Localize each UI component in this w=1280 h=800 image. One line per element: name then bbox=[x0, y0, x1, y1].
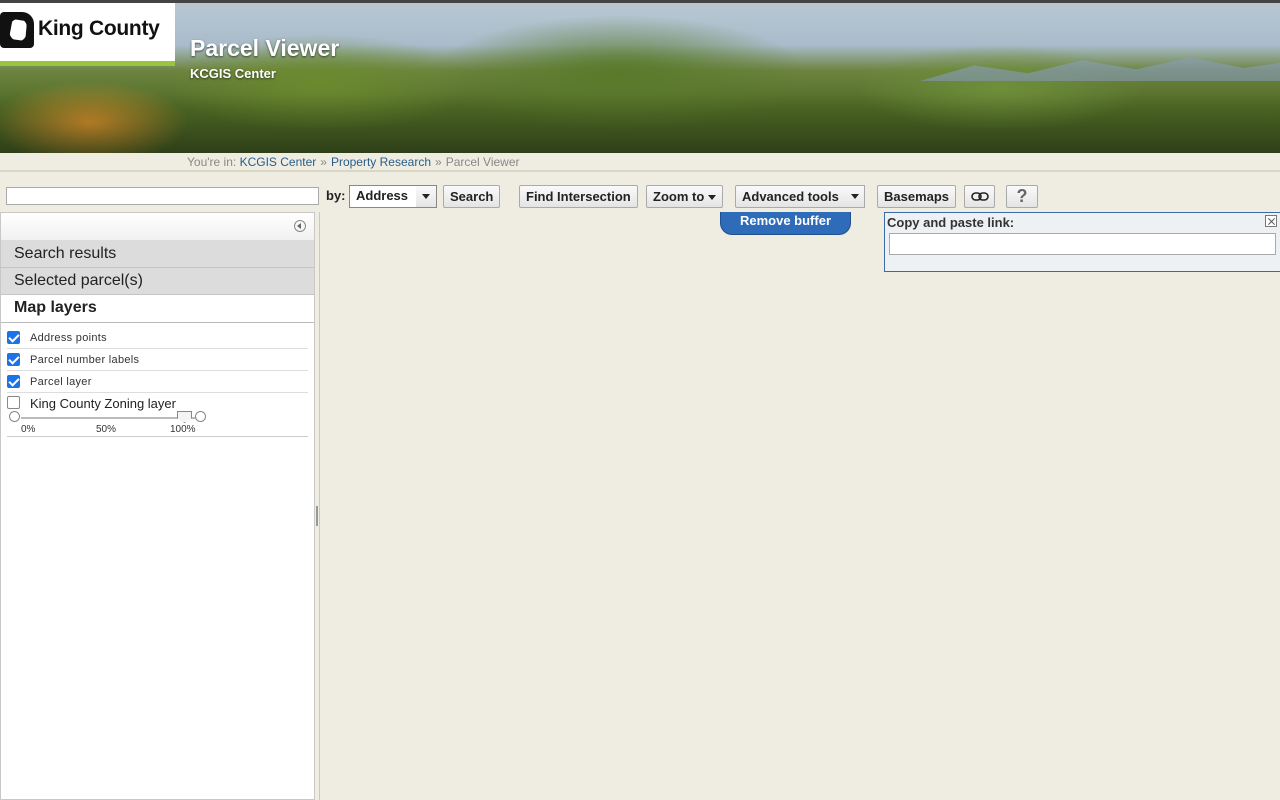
opacity-slider-thumb[interactable] bbox=[177, 411, 192, 423]
breadcrumb: You're in: KCGIS Center» Property Researc… bbox=[0, 153, 1280, 172]
logo-text: King County bbox=[38, 17, 160, 40]
chevron-down-icon bbox=[416, 186, 436, 207]
zoom-to-button[interactable]: Zoom to bbox=[646, 185, 724, 208]
copy-link-label: Copy and paste link: bbox=[887, 215, 1015, 230]
search-by-select[interactable]: Address bbox=[349, 185, 437, 208]
basemaps-button[interactable]: Basemaps bbox=[877, 185, 957, 208]
zoning-layer-checkbox[interactable] bbox=[7, 396, 20, 409]
search-by-label: by: bbox=[326, 188, 346, 203]
layer-row-parcel-layer[interactable]: Parcel layer bbox=[7, 371, 308, 393]
opacity-tick-0: 0% bbox=[21, 424, 36, 435]
left-panel: Search results Selected parcel(s) Map la… bbox=[0, 212, 315, 800]
chevron-down-icon bbox=[850, 194, 859, 200]
layer-row-zoning: King County Zoning layer 0% 50% 100% bbox=[7, 393, 308, 437]
copy-link-panel: Copy and paste link: bbox=[884, 212, 1280, 272]
copy-link-input[interactable] bbox=[889, 233, 1276, 255]
layer-label: King County Zoning layer bbox=[30, 396, 176, 411]
map-canvas[interactable] bbox=[321, 212, 1280, 800]
app-subtitle: KCGIS Center bbox=[190, 66, 276, 81]
address-points-checkbox[interactable] bbox=[7, 331, 20, 344]
find-intersection-button[interactable]: Find Intersection bbox=[519, 185, 638, 208]
search-by-value: Address bbox=[350, 186, 417, 207]
parcel-layer-checkbox[interactable] bbox=[7, 375, 20, 388]
splitter-grip-icon bbox=[316, 506, 318, 526]
breadcrumb-separator: » bbox=[435, 155, 442, 169]
collapse-panel-icon[interactable] bbox=[294, 220, 306, 232]
layer-list: Address points Parcel number labels Parc… bbox=[1, 323, 314, 437]
breadcrumb-current: Parcel Viewer bbox=[445, 155, 520, 169]
layer-label: Parcel number labels bbox=[30, 354, 140, 366]
opacity-tick-100: 100% bbox=[170, 424, 196, 435]
breadcrumb-link-property-research[interactable]: Property Research bbox=[331, 155, 431, 169]
search-button[interactable]: Search bbox=[443, 185, 501, 208]
app-title: Parcel Viewer bbox=[190, 35, 340, 61]
selected-parcels-header[interactable]: Selected parcel(s) bbox=[1, 268, 314, 295]
king-county-logo[interactable]: King County bbox=[0, 3, 175, 66]
share-link-button[interactable] bbox=[964, 185, 995, 208]
layer-label: Address points bbox=[30, 332, 107, 344]
breadcrumb-link-kcgis[interactable]: KCGIS Center bbox=[240, 155, 317, 169]
opacity-slider-track[interactable] bbox=[21, 417, 201, 419]
advanced-tools-dropdown[interactable] bbox=[845, 185, 865, 208]
panel-top-bar bbox=[1, 213, 314, 241]
close-icon[interactable] bbox=[1265, 215, 1277, 227]
chevron-down-icon bbox=[708, 195, 717, 201]
advanced-tools-button[interactable]: Advanced tools bbox=[735, 185, 846, 208]
layer-row-address-points[interactable]: Address points bbox=[7, 327, 308, 349]
link-icon bbox=[970, 192, 989, 201]
parcel-number-labels-checkbox[interactable] bbox=[7, 353, 20, 366]
panel-splitter[interactable] bbox=[315, 212, 320, 800]
zoom-to-label: Zoom to bbox=[653, 189, 705, 204]
search-results-header[interactable]: Search results bbox=[1, 241, 314, 268]
opacity-tick-50: 50% bbox=[96, 424, 117, 435]
search-input[interactable] bbox=[6, 187, 319, 205]
map-layers-header[interactable]: Map layers bbox=[1, 295, 314, 323]
layer-label: Parcel layer bbox=[30, 376, 92, 388]
slider-decrease-icon[interactable] bbox=[9, 411, 20, 422]
breadcrumb-prefix: You're in: bbox=[187, 155, 237, 169]
king-county-logo-icon bbox=[0, 12, 34, 48]
slider-increase-icon[interactable] bbox=[195, 411, 206, 422]
help-button[interactable]: ? bbox=[1006, 185, 1038, 208]
toolbar: by: Address Search Find Intersection Zoo… bbox=[0, 180, 1280, 210]
remove-buffer-button[interactable]: Remove buffer bbox=[720, 212, 851, 235]
layer-row-parcel-number-labels[interactable]: Parcel number labels bbox=[7, 349, 308, 371]
banner-mountains bbox=[920, 57, 1280, 81]
breadcrumb-separator: » bbox=[320, 155, 327, 169]
